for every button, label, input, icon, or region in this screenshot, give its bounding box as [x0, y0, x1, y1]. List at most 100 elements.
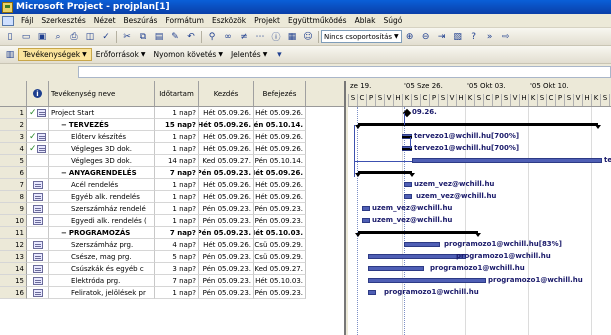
duration-cell[interactable]: 3 nap? [155, 263, 199, 275]
finish-cell[interactable]: Csü 05.09.29. [254, 239, 306, 251]
start-cell[interactable]: Pén 05.09.23. [199, 251, 254, 263]
task-name-cell[interactable]: Szerszámház rendelé [49, 203, 155, 215]
row-id[interactable]: 11 [0, 227, 27, 239]
collapse-icon[interactable]: − [61, 121, 67, 129]
row-id[interactable]: 13 [0, 251, 27, 263]
task-name-cell[interactable]: Acél rendelés [49, 179, 155, 191]
start-cell[interactable]: Ked 05.09.27. [199, 155, 254, 167]
dependency-link[interactable] [354, 161, 412, 162]
row-id[interactable]: 14 [0, 263, 27, 275]
row-id[interactable]: 10 [0, 215, 27, 227]
paste-icon[interactable]: ▤ [152, 30, 166, 44]
task-bar[interactable] [404, 242, 440, 247]
row-id[interactable]: 2 [0, 119, 27, 131]
row-id[interactable]: 8 [0, 191, 27, 203]
undo-icon[interactable]: ↶ [184, 30, 198, 44]
copy-picture-icon[interactable]: ▧ [451, 30, 465, 44]
table-row[interactable]: 7 Acél rendelés 1 nap? Hét 05.09.26. Hét 05.… [0, 179, 344, 191]
start-cell[interactable]: Pén 05.09.23. [199, 167, 254, 179]
table-row[interactable]: 16 Feliratok, jelölések pr 1 nap? Pén 05.09… [0, 287, 344, 299]
select-all-cell[interactable] [0, 81, 27, 106]
link-tasks-icon[interactable]: ∞ [221, 30, 235, 44]
table-row[interactable]: 10 Egyedi alk. rendelés (1 nap? Pén 05.09.… [0, 215, 344, 227]
unlink-tasks-icon[interactable]: ≠ [237, 30, 251, 44]
finish-cell[interactable]: Hét 05.09.26. [254, 179, 306, 191]
copy-icon[interactable]: ⧉ [136, 30, 150, 44]
row-id[interactable]: 6 [0, 167, 27, 179]
menu-format[interactable]: Formátum [161, 16, 208, 25]
start-cell[interactable]: Pén 05.09.23. [199, 203, 254, 215]
finish-cell[interactable]: Pén 05.10.14. [254, 119, 306, 131]
task-bar[interactable] [368, 266, 424, 271]
zoom-out-icon[interactable]: ⊖ [419, 30, 433, 44]
task-name-cell[interactable]: Project Start [49, 107, 155, 119]
more-buttons-icon[interactable]: » [483, 30, 497, 44]
row-id[interactable]: 1 [0, 107, 27, 119]
menu-tools[interactable]: Eszközök [208, 16, 250, 25]
duration-cell[interactable]: 15 nap? [155, 119, 199, 131]
help-icon[interactable]: ? [467, 30, 481, 44]
new-icon[interactable]: ▯ [3, 30, 17, 44]
format-painter-icon[interactable]: ✎ [168, 30, 182, 44]
tab-report[interactable]: Jelentés ▼ [227, 50, 271, 59]
task-bar[interactable] [362, 206, 370, 211]
column-header-name[interactable]: Tevékenység neve [49, 81, 155, 106]
task-bar[interactable] [404, 182, 412, 187]
task-name-cell[interactable]: Feliratok, jelölések pr [49, 287, 155, 299]
row-id[interactable]: 5 [0, 155, 27, 167]
indicators-header[interactable]: i [27, 81, 49, 106]
menu-edit[interactable]: Szerkesztés [37, 16, 89, 25]
task-bar[interactable] [368, 290, 376, 295]
start-cell[interactable]: Pén 05.09.23. [199, 215, 254, 227]
menu-view[interactable]: Nézet [90, 16, 120, 25]
duration-cell[interactable]: 1 nap? [155, 179, 199, 191]
split-task-icon[interactable]: ⋯ [253, 30, 267, 44]
print-icon[interactable]: ⎙ [67, 30, 81, 44]
row-id[interactable]: 3 [0, 131, 27, 143]
week-gridline[interactable] [465, 107, 466, 335]
menu-project[interactable]: Projekt [250, 16, 284, 25]
task-name-cell[interactable]: Végleges 3D dok. [49, 143, 155, 155]
duration-cell[interactable]: 1 nap? [155, 131, 199, 143]
menu-file[interactable]: Fájl [17, 16, 37, 25]
task-bar[interactable] [412, 158, 602, 163]
duration-cell[interactable]: 1 nap? [155, 215, 199, 227]
task-name-cell[interactable]: Csúszkák és egyéb c [49, 263, 155, 275]
tab-track[interactable]: Nyomon követés ▼ [149, 50, 226, 59]
table-row[interactable]: 15 Elektróda prg. 7 nap? Pén 05.09.23. Hét 0… [0, 275, 344, 287]
finish-cell[interactable]: Hét 05.09.26. [254, 191, 306, 203]
task-bar[interactable] [362, 218, 370, 223]
duration-cell[interactable]: 1 nap? [155, 287, 199, 299]
task-name-cell[interactable]: Végleges 3D dok. [49, 155, 155, 167]
duration-cell[interactable]: 1 nap? [155, 143, 199, 155]
task-name-cell[interactable]: Egyéb alk. rendelés [49, 191, 155, 203]
collapse-icon[interactable]: − [61, 169, 67, 177]
menu-help[interactable]: Súgó [380, 16, 407, 25]
task-info-icon[interactable]: ⓘ [269, 30, 283, 44]
menu-collaborate[interactable]: Együttműködés [284, 16, 351, 25]
start-cell[interactable]: Hét 05.09.26. [199, 107, 254, 119]
notes-icon[interactable]: ▦ [285, 30, 299, 44]
open-icon[interactable]: ▭ [19, 30, 33, 44]
task-name-cell[interactable]: Csésze, mag prg. [49, 251, 155, 263]
finish-cell[interactable]: Hét 05.09.26. [254, 167, 306, 179]
guide-icon[interactable]: ▥ [3, 48, 17, 62]
start-cell[interactable]: Pén 05.09.23. [199, 287, 254, 299]
save-icon[interactable]: ▣ [35, 30, 49, 44]
task-bar[interactable] [368, 278, 486, 283]
finish-cell[interactable]: Hét 05.10.03. [254, 275, 306, 287]
entry-field[interactable] [78, 66, 611, 78]
table-row[interactable]: 11− PROGRAMOZÁS 7 nap? Pén 05.09.23. Hét 05.… [0, 227, 344, 239]
table-row[interactable]: 12 Szerszámház prg. 4 nap? Hét 05.09.26. Csü… [0, 239, 344, 251]
preview-icon[interactable]: ◫ [83, 30, 97, 44]
task-name-cell[interactable]: Egyedi alk. rendelés ( [49, 215, 155, 227]
duration-cell[interactable]: 7 nap? [155, 167, 199, 179]
finish-cell[interactable]: Pén 05.09.23. [254, 287, 306, 299]
task-name-cell[interactable]: Elektróda prg. [49, 275, 155, 287]
collapse-icon[interactable]: − [61, 229, 67, 237]
task-name-cell[interactable]: − PROGRAMOZÁS [49, 227, 155, 239]
task-name-cell[interactable]: − ANYAGRENDELÉS [49, 167, 155, 179]
column-header-duration[interactable]: Időtartam [155, 81, 199, 106]
table-row[interactable]: 5 Végleges 3D dok. 14 nap? Ked 05.09.27. Pén… [0, 155, 344, 167]
tab-resources[interactable]: Erőforrások ▼ [92, 50, 150, 59]
